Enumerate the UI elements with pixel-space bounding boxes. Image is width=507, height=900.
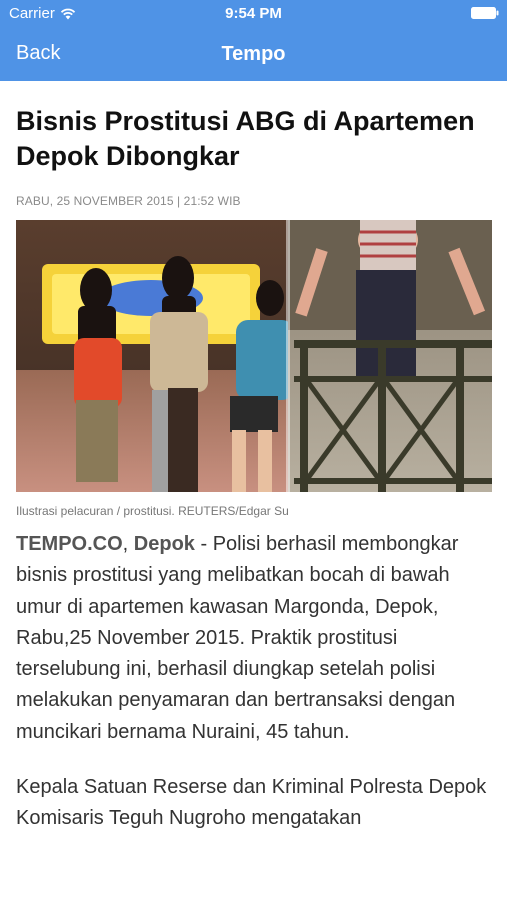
article-body: TEMPO.CO, Depok - Polisi berhasil membon… — [16, 529, 492, 835]
lead-separator: , — [122, 533, 134, 555]
navigation-bar: Back Tempo — [0, 28, 507, 81]
nav-title: Tempo — [221, 43, 286, 65]
top-bar: Carrier 9:54 PM Back Tempo — [0, 0, 507, 81]
article-date: RABU, 25 NOVEMBER 2015 | 21:52 WIB — [16, 194, 241, 208]
photo-caption: Ilustrasi pelacuran / prostitusi. REUTER… — [16, 504, 289, 518]
article-headline: Bisnis Prostitusi ABG di Apartemen Depok… — [16, 106, 475, 171]
lead-source: TEMPO.CO — [16, 533, 123, 555]
status-bar: Carrier 9:54 PM — [0, 0, 507, 28]
lead-dash: - — [194, 533, 213, 555]
body-paragraph: Kepala Satuan Reserse dan Kriminal Polre… — [16, 776, 487, 830]
lead-paragraph: TEMPO.CO, Depok - Polisi berhasil membon… — [16, 529, 492, 748]
article-photo — [16, 220, 492, 492]
article-content: Bisnis Prostitusi ABG di Apartemen Depok… — [16, 104, 492, 859]
status-time: 9:54 PM — [225, 5, 282, 22]
article-screen: Carrier 9:54 PM Back Tempo Bisnis Prosti… — [0, 0, 507, 900]
lead-text: Polisi berhasil membongkar bisnis prosti… — [16, 533, 459, 743]
lead-location: Depok — [133, 533, 195, 555]
battery-icon — [471, 7, 499, 19]
